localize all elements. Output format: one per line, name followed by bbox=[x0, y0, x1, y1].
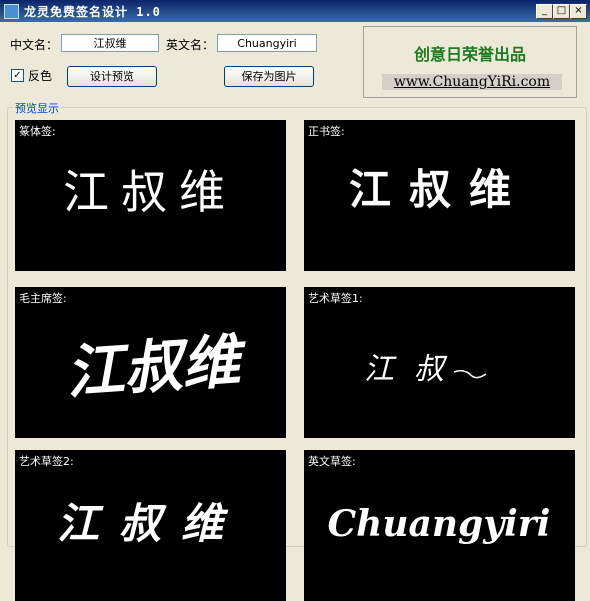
ad-panel: 创意日荣誉出品 www.ChuangYiRi.com bbox=[363, 26, 577, 98]
signature-mao: 江叔维 bbox=[64, 326, 250, 407]
minimize-button[interactable]: _ bbox=[536, 4, 553, 19]
signature-art2: 江叔维 bbox=[57, 499, 243, 548]
close-button[interactable]: × bbox=[570, 4, 587, 19]
invert-label: 反色 bbox=[28, 69, 53, 83]
preview-card-english: 英文草签: Chuangyiri bbox=[304, 450, 575, 601]
title-bar: 龙灵免费签名设计 1.0 _ □ × bbox=[0, 0, 590, 22]
save-image-button[interactable]: 保存为图片 bbox=[224, 66, 314, 87]
cn-name-label: 中文名： bbox=[10, 38, 59, 52]
signature-english: Chuangyiri bbox=[328, 503, 551, 545]
preview-card-regular: 正书签: 江叔维 bbox=[304, 120, 575, 271]
preview-card-art1: 艺术草签1: 江叔 bbox=[304, 287, 575, 438]
signature-regular: 江叔维 bbox=[349, 165, 529, 214]
cn-name-input[interactable]: 江叔维 bbox=[61, 34, 159, 52]
app-icon bbox=[4, 4, 19, 19]
signature-art1: 江叔 bbox=[364, 352, 464, 387]
preview-card-mao: 毛主席签: 江叔维 bbox=[15, 287, 286, 438]
ad-url-link[interactable]: www.ChuangYiRi.com bbox=[382, 74, 562, 90]
preview-card-seal: 篆体签: 江叔维 bbox=[15, 120, 286, 271]
signature-seal: 江叔维 bbox=[63, 165, 237, 219]
invert-checkbox[interactable]: ✓ bbox=[11, 69, 24, 82]
window-title: 龙灵免费签名设计 1.0 bbox=[24, 5, 161, 19]
en-name-label: 英文名： bbox=[166, 38, 215, 52]
preview-group-title: 预览显示 bbox=[13, 100, 61, 116]
ad-slogan: 创意日荣誉出品 bbox=[413, 45, 526, 64]
preview-card-art2: 艺术草签2: 江叔维 bbox=[15, 450, 286, 601]
en-name-input[interactable]: Chuangyiri bbox=[217, 34, 317, 52]
design-preview-button[interactable]: 设计预览 bbox=[67, 66, 157, 87]
maximize-button[interactable]: □ bbox=[553, 4, 570, 19]
